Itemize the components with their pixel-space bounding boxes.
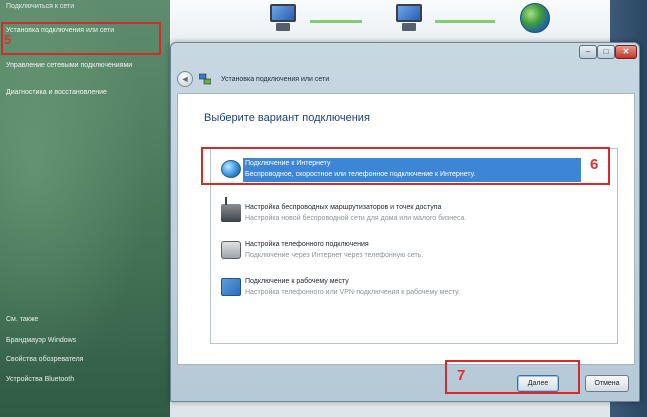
next-button[interactable]: Далее: [517, 375, 559, 392]
connection-line: [435, 20, 495, 23]
title-bar: – □ ✕: [171, 43, 639, 65]
instruction-heading: Выберите вариант подключения: [204, 112, 370, 124]
phone-icon: [221, 241, 241, 259]
see-also-heading: См. также: [6, 316, 39, 323]
wizard-buttons: Далее Отмена: [171, 365, 639, 401]
minimize-button[interactable]: –: [579, 45, 597, 59]
setup-connection-link[interactable]: Установка подключения или сети: [6, 26, 156, 35]
annotation-number-7: 7: [457, 367, 466, 384]
option-title: Подключение к Интернету: [245, 160, 331, 167]
connection-wizard-dialog: – □ ✕ ◄ Установка подключения или сети В…: [170, 42, 640, 402]
connect-to-network-link[interactable]: Подключиться к сети: [6, 2, 74, 11]
task-pane: Подключиться к сети Установка подключени…: [0, 0, 170, 417]
wizard-header: ◄ Установка подключения или сети: [171, 65, 639, 93]
firewall-link[interactable]: Брандмауэр Windows: [6, 337, 76, 344]
close-button[interactable]: ✕: [615, 45, 637, 59]
cancel-button[interactable]: Отмена: [585, 375, 629, 392]
option-description: Настройка телефонного или VPN-подключени…: [245, 289, 460, 296]
option-internet[interactable]: Подключение к Интернету Беспроводное, ск…: [217, 155, 613, 187]
internet-options-link[interactable]: Свойства обозревателя: [6, 356, 83, 363]
diagnose-repair-link[interactable]: Диагностика и восстановление: [6, 88, 126, 97]
annotation-number-5: 5: [4, 32, 12, 47]
option-title: Подключение к рабочему месту: [245, 278, 349, 285]
network-icon: [392, 4, 428, 32]
annotation-number-6: 6: [590, 156, 599, 173]
bluetooth-devices-link[interactable]: Устройства Bluetooth: [6, 376, 74, 383]
internet-globe-icon: [520, 3, 550, 33]
router-icon: [221, 197, 241, 222]
option-title: Настройка беспроводных маршрутизаторов и…: [245, 204, 442, 211]
workplace-icon: [221, 278, 241, 296]
network-map: [170, 0, 610, 44]
connection-options-list: Подключение к Интернету Беспроводное, ск…: [210, 148, 618, 344]
maximize-button[interactable]: □: [597, 45, 615, 59]
option-description: Настройка новой беспроводной сети для до…: [245, 215, 467, 222]
wizard-title: Установка подключения или сети: [221, 76, 330, 83]
network-wizard-icon: [199, 73, 211, 85]
option-wireless-router[interactable]: Настройка беспроводных маршрутизаторов и…: [217, 197, 613, 231]
option-description: Беспроводное, скоростное или телефонное …: [245, 171, 476, 178]
option-title: Настройка телефонного подключения: [245, 241, 369, 248]
option-workplace[interactable]: Подключение к рабочему месту Настройка т…: [217, 273, 613, 305]
globe-icon: [221, 160, 241, 178]
option-dialup[interactable]: Настройка телефонного подключения Подклю…: [217, 236, 613, 268]
wizard-content: Выберите вариант подключения Подключение…: [177, 93, 635, 365]
connection-line: [310, 20, 362, 23]
manage-connections-link[interactable]: Управление сетевыми подключениями: [6, 61, 156, 70]
option-description: Подключение через Интернет через телефон…: [245, 252, 424, 259]
back-arrow-icon[interactable]: ◄: [177, 71, 193, 87]
computer-icon: [266, 4, 302, 32]
